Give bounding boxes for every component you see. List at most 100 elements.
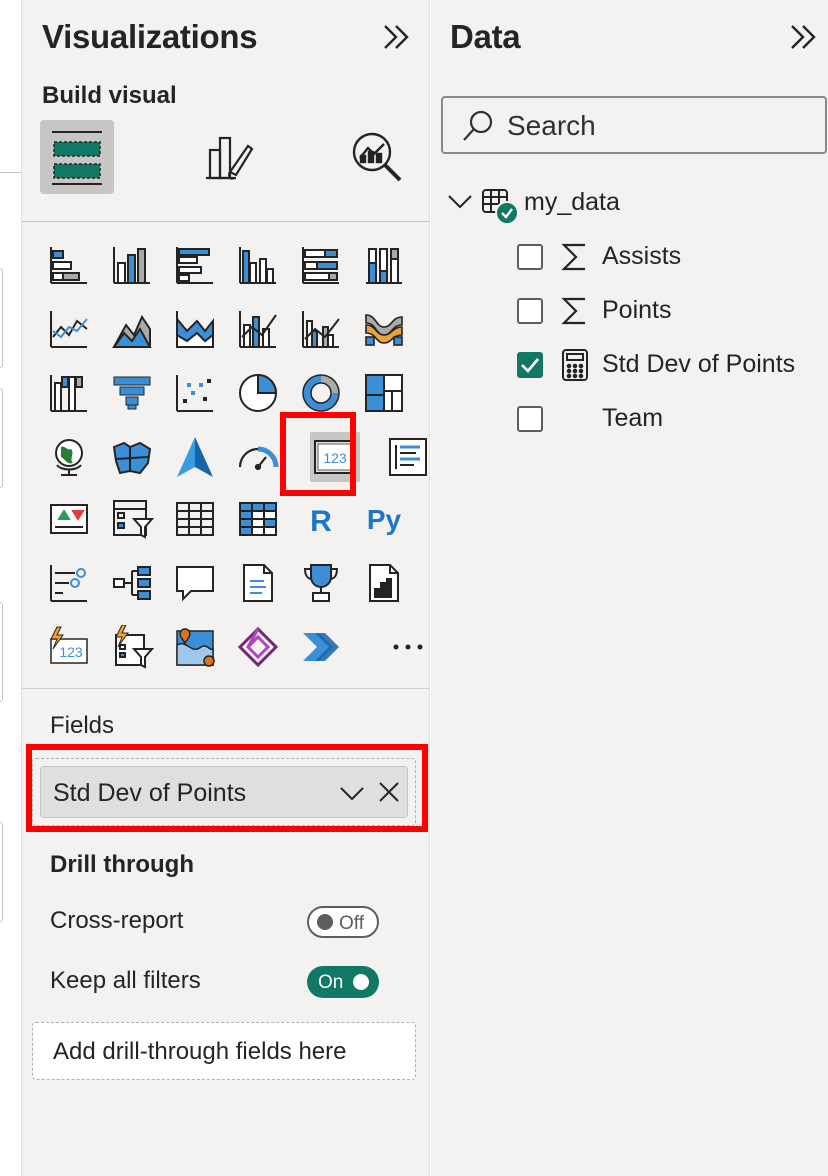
kpi-icon[interactable] xyxy=(44,494,94,544)
build-visual-tab[interactable] xyxy=(40,120,114,194)
stacked-column-chart-icon[interactable] xyxy=(107,240,157,290)
field-row-team[interactable]: Team xyxy=(517,400,817,440)
cross-report-state: Off xyxy=(339,913,364,934)
table-name: my_data xyxy=(524,188,620,216)
donut-chart-icon[interactable] xyxy=(296,368,346,418)
field-checkbox[interactable] xyxy=(517,298,543,324)
more-visuals-icon[interactable] xyxy=(383,622,433,672)
field-label: Team xyxy=(602,404,664,432)
visualizations-title: Visualizations xyxy=(42,18,258,55)
power-apps-icon[interactable] xyxy=(233,622,283,672)
line-and-clustered-column-icon[interactable] xyxy=(296,304,346,354)
waterfall-chart-icon[interactable] xyxy=(44,368,94,418)
collapse-visualizations-icon[interactable] xyxy=(380,20,414,54)
field-checkbox-checked[interactable] xyxy=(517,352,543,378)
checkmark-icon xyxy=(521,358,539,373)
sigma-icon xyxy=(561,297,585,325)
azure-map-icon[interactable] xyxy=(170,432,220,482)
scatter-chart-icon[interactable] xyxy=(170,368,220,418)
table-visual-icon[interactable] xyxy=(170,494,220,544)
smart-narrative-icon[interactable] xyxy=(233,558,283,608)
field-label: Std Dev of Points xyxy=(602,350,796,378)
ribbon-chart-icon[interactable] xyxy=(359,304,409,354)
clustered-bar-chart-icon[interactable] xyxy=(170,240,220,290)
analytics-tab[interactable] xyxy=(340,120,414,194)
field-row-assists[interactable]: Assists xyxy=(517,238,817,278)
tab-divider xyxy=(22,221,430,222)
table-icon xyxy=(482,189,519,225)
field-highlight-annotation xyxy=(26,744,428,832)
field-checkbox[interactable] xyxy=(517,244,543,270)
analytics-magnifier-icon xyxy=(352,132,402,182)
card-highlight-annotation xyxy=(280,412,356,496)
build-visual-icon xyxy=(52,131,102,185)
power-apps-slicer-icon[interactable] xyxy=(107,622,157,672)
field-row-std-dev-of-points[interactable]: Std Dev of Points xyxy=(517,346,817,386)
cross-report-toggle[interactable]: Off xyxy=(307,906,379,938)
svg-text:123: 123 xyxy=(59,644,83,660)
map-globe-icon[interactable] xyxy=(44,432,94,482)
paginated-report-icon[interactable] xyxy=(359,558,409,608)
filled-map-icon[interactable] xyxy=(107,432,157,482)
field-label: Points xyxy=(602,296,672,324)
100-stacked-column-chart-icon[interactable] xyxy=(359,240,409,290)
multi-row-card-icon[interactable] xyxy=(383,432,433,482)
gauge-icon[interactable] xyxy=(233,432,283,482)
field-row-points[interactable]: Points xyxy=(517,292,817,332)
power-automate-icon[interactable] xyxy=(296,622,346,672)
matrix-visual-icon[interactable] xyxy=(233,494,283,544)
line-chart-icon[interactable] xyxy=(44,304,94,354)
drill-through-drop-zone[interactable]: Add drill-through fields here xyxy=(32,1022,416,1080)
drill-through-label: Drill through xyxy=(50,851,194,878)
decomposition-tree-icon[interactable] xyxy=(107,558,157,608)
search-input[interactable]: Search xyxy=(441,96,827,154)
line-and-stacked-column-icon[interactable] xyxy=(233,304,283,354)
fields-separator xyxy=(22,688,430,689)
power-apps-card-icon[interactable]: 123 xyxy=(44,622,94,672)
search-icon xyxy=(463,110,493,141)
field-checkbox[interactable] xyxy=(517,406,543,432)
visual-type-grid: 123 R Py 123 xyxy=(44,236,427,669)
data-title: Data xyxy=(450,18,521,55)
key-influencers-icon[interactable] xyxy=(44,558,94,608)
r-script-visual-icon[interactable]: R xyxy=(296,494,346,544)
chevron-down-icon[interactable] xyxy=(447,194,473,210)
stacked-bar-chart-icon[interactable] xyxy=(44,240,94,290)
format-brush-icon xyxy=(206,136,254,180)
cross-report-label: Cross-report xyxy=(50,907,184,934)
page-thumb[interactable] xyxy=(0,388,3,488)
funnel-chart-icon[interactable] xyxy=(107,368,157,418)
drop-zone-placeholder: Add drill-through fields here xyxy=(53,1038,347,1065)
svg-text:R: R xyxy=(310,505,332,538)
python-visual-icon[interactable]: Py xyxy=(359,494,409,544)
area-chart-icon[interactable] xyxy=(107,304,157,354)
pie-chart-icon[interactable] xyxy=(233,368,283,418)
100-stacked-bar-chart-icon[interactable] xyxy=(296,240,346,290)
slicer-icon[interactable] xyxy=(107,494,157,544)
canvas-divider xyxy=(0,172,22,173)
build-visual-label: Build visual xyxy=(42,82,177,109)
metrics-trophy-icon[interactable] xyxy=(296,558,346,608)
keep-filters-label: Keep all filters xyxy=(50,967,201,994)
stacked-area-chart-icon[interactable] xyxy=(170,304,220,354)
search-placeholder: Search xyxy=(507,110,596,141)
arcgis-map-icon[interactable] xyxy=(170,622,220,672)
fields-label: Fields xyxy=(50,712,115,739)
sigma-icon xyxy=(561,243,585,271)
qa-visual-icon[interactable] xyxy=(170,558,220,608)
toggle-knob xyxy=(317,914,333,930)
report-canvas-edge xyxy=(0,0,22,1176)
page-thumb[interactable] xyxy=(0,268,3,368)
collapse-data-icon[interactable] xyxy=(787,20,821,54)
treemap-icon[interactable] xyxy=(359,368,409,418)
keep-filters-toggle[interactable]: On xyxy=(307,966,379,998)
field-label: Assists xyxy=(602,242,682,270)
data-pane: Data Search my_data Assists Points Std D… xyxy=(431,0,828,1176)
page-thumb[interactable] xyxy=(0,822,3,922)
clustered-column-chart-icon[interactable] xyxy=(233,240,283,290)
format-visual-tab[interactable] xyxy=(192,120,266,194)
table-node-my-data[interactable]: my_data xyxy=(445,184,825,225)
page-thumb[interactable] xyxy=(0,602,3,702)
svg-text:Py: Py xyxy=(367,504,402,535)
keep-filters-state: On xyxy=(318,972,344,993)
